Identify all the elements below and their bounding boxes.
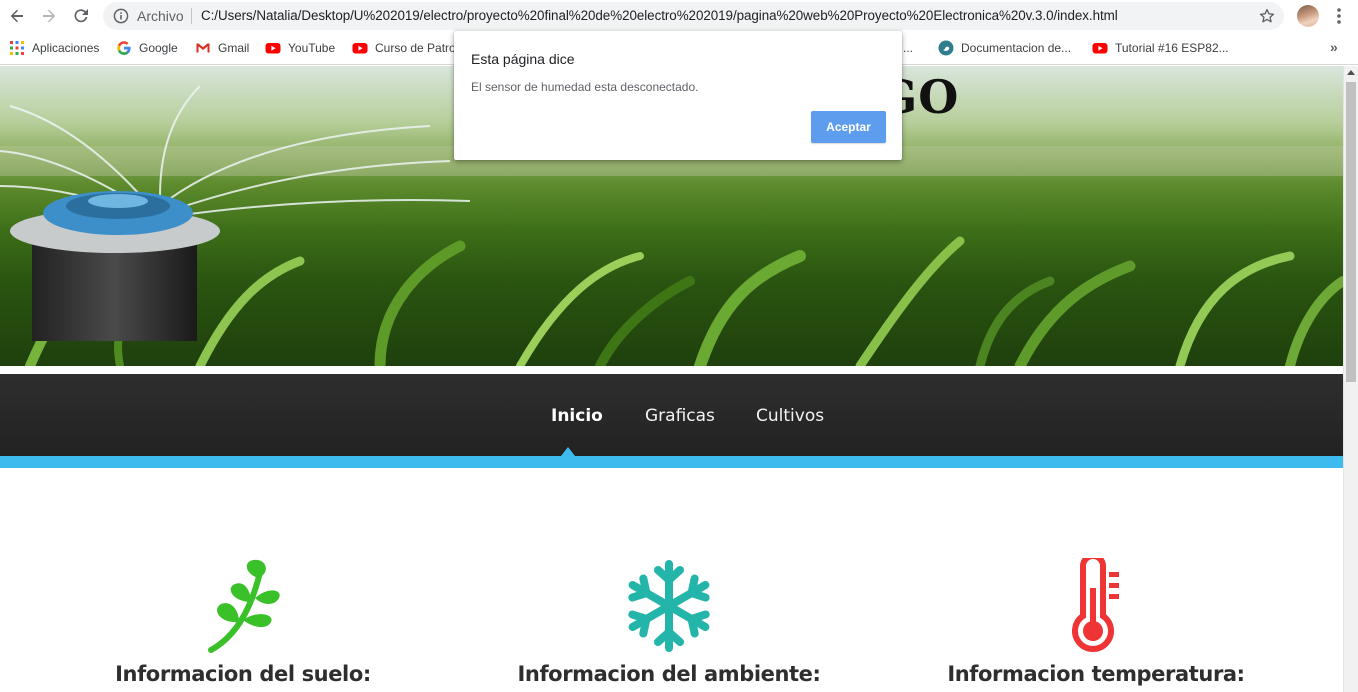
bookmark-documentacion[interactable]: Documentacion de... [938,39,1071,57]
feature-title-ambiente: Informacion del ambiente: [517,662,821,686]
bookmark-google[interactable]: Google [116,39,178,57]
active-nav-indicator [561,447,575,456]
address-separator [191,8,192,24]
youtube-icon [265,43,281,54]
reload-icon [74,9,88,23]
gmail-icon [196,43,210,53]
bookmark-label: YouTube [288,41,336,55]
apps-grid-icon [10,41,24,55]
vertical-scrollbar[interactable] [1343,66,1358,692]
leaf-branch-icon [208,559,280,653]
nav-link-cultivos[interactable]: Cultivos [756,406,824,426]
alert-dialog: Esta página dice El sensor de humedad es… [454,31,902,160]
dialog-message: El sensor de humedad esta desconectado. [471,80,699,94]
browser-toolbar: Archivo C:/Users/Natalia/Desktop/U%20201… [0,0,1358,32]
bookmark-gmail[interactable]: Gmail [195,39,249,57]
info-icon[interactable] [113,8,129,24]
bookmark-label: ... [903,41,914,55]
bookmark-curso[interactable]: Curso de Patro [352,39,456,57]
bookmarks-overflow-button[interactable]: » [1330,39,1338,55]
forward-button[interactable] [37,4,61,28]
google-icon [117,41,131,55]
bookmark-label: Curso de Patro [375,41,456,55]
bookmark-youtube[interactable]: YouTube [265,39,335,57]
star-icon[interactable] [1258,7,1276,25]
browser-window: Archivo C:/Users/Natalia/Desktop/U%20201… [0,0,1358,692]
thermometer-icon [1072,558,1119,652]
youtube-icon [352,43,368,54]
scrollbar-thumb[interactable] [1346,82,1356,382]
bookmark-label: Google [139,41,178,55]
youtube-icon [1092,43,1108,54]
nav-accent-bar [0,456,1343,468]
feature-temperatura: Informacion temperatura: [926,558,1266,686]
nav-link-inicio[interactable]: Inicio [551,406,603,426]
profile-avatar[interactable] [1297,5,1319,27]
bookmark-tutorial[interactable]: Tutorial #16 ESP82... [1092,39,1229,57]
feature-title-temperatura: Informacion temperatura: [947,662,1245,686]
reload-button[interactable] [69,4,93,28]
bookmark-label: Gmail [218,41,250,55]
arrow-left-icon [10,9,23,23]
bookmark-aplicaciones[interactable]: Aplicaciones [9,39,99,57]
globe-icon [938,40,954,56]
bookmark-label: Tutorial #16 ESP82... [1115,41,1229,55]
back-button[interactable] [5,4,29,28]
main-nav: Inicio Graficas Cultivos [0,374,1343,456]
dialog-title: Esta página dice [471,51,575,67]
kebab-menu-icon[interactable] [1329,6,1349,26]
nav-link-graficas[interactable]: Graficas [645,406,715,426]
url-text[interactable]: C:/Users/Natalia/Desktop/U%202019/electr… [201,8,1118,23]
accept-button[interactable]: Aceptar [811,111,886,143]
bookmark-truncated[interactable]: ... [903,39,913,57]
scroll-up-arrow[interactable] [1347,70,1355,75]
feature-title-suelo: Informacion del suelo: [115,662,371,686]
address-bar[interactable]: Archivo C:/Users/Natalia/Desktop/U%20201… [103,2,1284,30]
feature-suelo: Informacion del suelo: [73,558,413,686]
snowflake-icon [628,560,710,652]
bookmark-label: Aplicaciones [32,41,100,55]
scheme-label: Archivo [137,8,184,24]
bookmark-label: Documentacion de... [961,41,1072,55]
feature-ambiente: Informacion del ambiente: [499,558,839,686]
arrow-right-icon [43,9,56,23]
